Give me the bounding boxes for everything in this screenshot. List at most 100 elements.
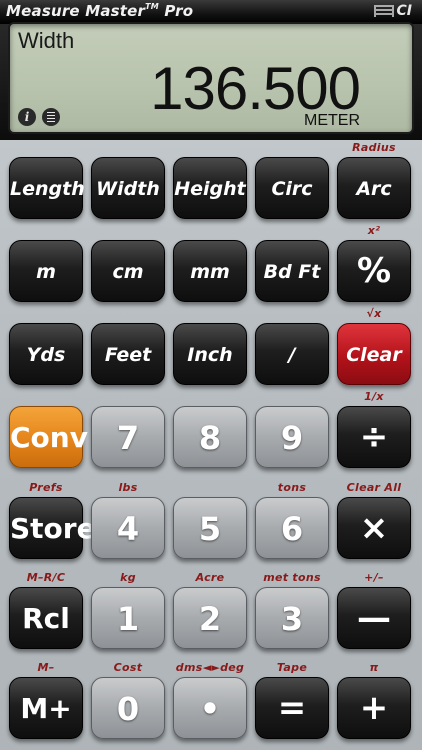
display-label: Width [18,28,75,53]
secondary-label-1-x: 1/x [364,390,384,403]
key-rcl[interactable]: Rcl [9,587,83,649]
key-cm[interactable]: cm [91,240,165,302]
key-label: Feet [104,344,152,366]
secondary-label-tons: tons [277,481,307,494]
key-minus[interactable]: — [337,587,411,649]
trademark-mark: TM [145,2,159,11]
key-label: Bd Ft [263,261,321,283]
key-2[interactable]: 2 [173,587,247,649]
key-label: Clear [346,344,402,366]
key-label: = [277,688,307,728]
secondary-label-radius: Radius [352,141,396,154]
key-label: m [36,261,56,283]
key-label: ÷ [359,417,389,457]
key-label: × [359,508,389,548]
key-label: 0 [116,690,140,728]
key-circ[interactable]: Circ [255,157,329,219]
ci-logo: CI [373,3,412,19]
key-plus[interactable]: + [337,677,411,739]
key-label: M+ [20,692,72,725]
app-title-suffix: Pro [164,2,194,20]
key-label: + [359,688,389,728]
app-title-main: Measure Master [6,2,146,20]
key-label: / [288,344,296,366]
lcd-display: Width 136.500 METER i [8,22,414,134]
key-mplus[interactable]: M+ [9,677,83,739]
key-equals[interactable]: = [255,677,329,739]
key-3[interactable]: 3 [255,587,329,649]
key-label: 4 [116,510,140,548]
secondary-label-met-tons: met tons [263,571,321,584]
key-label: Arc [356,178,392,200]
key-width[interactable]: Width [91,157,165,219]
key-label: — [357,598,391,638]
secondary-label-tape: Tape [276,661,308,674]
key-label: 5 [198,510,222,548]
secondary-label-mminus: M– [37,661,55,674]
ci-logo-grid-icon [373,5,394,17]
key-1[interactable]: 1 [91,587,165,649]
key-divide[interactable]: ÷ [337,406,411,468]
key-length[interactable]: Length [9,157,85,219]
secondary-label-sign: +/– [364,571,384,584]
key-clear[interactable]: Clear [337,323,411,385]
key-label: % [356,251,392,291]
key-label: 2 [198,600,222,638]
key-label: 6 [280,510,304,548]
key-label: 1 [116,600,140,638]
info-icon[interactable]: i [18,108,36,126]
tape-record-icon[interactable] [42,108,60,126]
key-multiply[interactable]: × [337,497,411,559]
ci-logo-text: CI [396,3,412,19]
key-bd-ft[interactable]: Bd Ft [255,240,329,302]
secondary-label-clear-all: Clear All [346,481,402,494]
key-label: Store [10,512,96,545]
key-yds[interactable]: Yds [9,323,83,385]
key-6[interactable]: 6 [255,497,329,559]
title-bar: Measure MasterTM Pro CI [0,0,422,24]
app-title: Measure MasterTM Pro [6,2,193,20]
key-label: 9 [280,419,304,457]
key-inch[interactable]: Inch [173,323,247,385]
secondary-label-sqrt: √x [366,307,382,320]
secondary-label-cost: Cost [113,661,143,674]
secondary-label-lbs: lbs [118,481,138,494]
key-mm[interactable]: mm [173,240,247,302]
secondary-label-kg: kg [120,571,136,584]
key-feet[interactable]: Feet [91,323,165,385]
key-arc[interactable]: Arc [337,157,411,219]
secondary-label-prefs: Prefs [29,481,63,494]
key-label: 3 [280,600,304,638]
key-7[interactable]: 7 [91,406,165,468]
key-0[interactable]: 0 [91,677,165,739]
key-label: 7 [116,419,140,457]
key-label: Length [10,178,85,200]
key-m[interactable]: m [9,240,83,302]
display-unit: METER [304,112,360,129]
key-label: Height [174,178,246,200]
key-conv[interactable]: Conv [9,406,88,468]
secondary-label-square: x² [367,224,381,237]
key-percent[interactable]: % [337,240,411,302]
secondary-label-dms-deg: dms◄►deg [175,661,245,674]
key-label: mm [190,261,230,283]
key-label: Circ [271,178,313,200]
key-label: • [199,690,221,728]
key-label: cm [112,261,144,283]
secondary-label-pi: π [369,661,379,674]
key-label: Rcl [22,602,70,635]
secondary-label-acre: Acre [195,571,225,584]
key-5[interactable]: 5 [173,497,247,559]
key-label: 8 [198,419,222,457]
key-label: Width [96,178,160,200]
key-decimal[interactable]: • [173,677,247,739]
key-store[interactable]: Store [9,497,96,559]
key-8[interactable]: 8 [173,406,247,468]
key-fraction[interactable]: / [255,323,329,385]
key-label: Conv [10,421,88,454]
key-label: Inch [187,344,233,366]
key-4[interactable]: 4 [91,497,165,559]
key-height[interactable]: Height [173,157,247,219]
secondary-label-mrc: M–R/C [26,571,66,584]
key-9[interactable]: 9 [255,406,329,468]
